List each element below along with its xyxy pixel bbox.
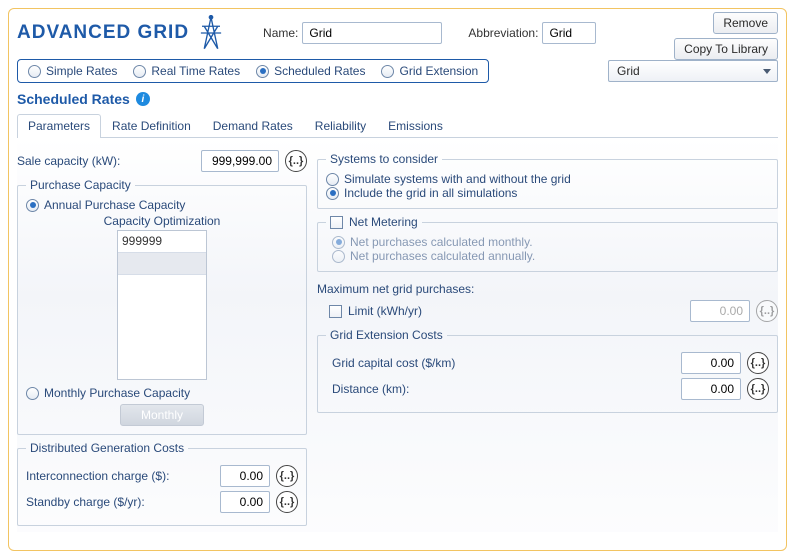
distributed-generation-legend: Distributed Generation Costs xyxy=(26,441,188,455)
grid-extension-costs-fieldset: Grid Extension Costs Grid capital cost (… xyxy=(317,328,778,413)
mode-grid-extension[interactable]: Grid Extension xyxy=(381,64,478,78)
capacity-cell-1[interactable] xyxy=(118,253,206,275)
net-metering-checkbox[interactable] xyxy=(330,216,343,229)
systems-legend: Systems to consider xyxy=(326,152,442,166)
limit-label: Limit (kWh/yr) xyxy=(348,304,684,318)
tab-rate-definition[interactable]: Rate Definition xyxy=(101,114,202,138)
info-icon[interactable]: i xyxy=(136,92,150,106)
net-metering-fieldset: Net Metering Net purchases calculated mo… xyxy=(317,215,778,272)
max-net-purchases-label: Maximum net grid purchases: xyxy=(317,282,778,296)
net-monthly-radio: Net purchases calculated monthly. xyxy=(332,235,769,249)
net-metering-label: Net Metering xyxy=(349,215,418,229)
rate-mode-group: Simple Rates Real Time Rates Scheduled R… xyxy=(17,59,489,83)
abbrev-input[interactable] xyxy=(542,22,596,44)
capital-cost-label: Grid capital cost ($/km) xyxy=(326,356,675,370)
remove-button[interactable]: Remove xyxy=(713,12,778,34)
sale-capacity-sensitivity-button[interactable]: {..} xyxy=(285,150,307,172)
net-annually-radio: Net purchases calculated annually. xyxy=(332,249,769,263)
monthly-purchase-radio[interactable]: Monthly Purchase Capacity xyxy=(26,386,298,400)
copy-to-library-button[interactable]: Copy To Library xyxy=(674,38,778,60)
capacity-cell-0[interactable]: 999999 xyxy=(118,231,206,253)
limit-input xyxy=(690,300,750,322)
sale-capacity-label: Sale capacity (kW): xyxy=(17,154,195,168)
distributed-generation-fieldset: Distributed Generation Costs Interconnec… xyxy=(17,441,307,526)
sale-capacity-input[interactable] xyxy=(201,150,279,172)
mode-real-time-rates[interactable]: Real Time Rates xyxy=(133,64,240,78)
tab-emissions[interactable]: Emissions xyxy=(377,114,454,138)
capacity-optimization-grid[interactable]: 999999 xyxy=(117,230,207,380)
interconnection-label: Interconnection charge ($): xyxy=(26,469,214,483)
grid-selector-combo[interactable]: Grid xyxy=(608,60,778,82)
panel-title: ADVANCED GRID xyxy=(17,22,189,44)
tab-bar: Parameters Rate Definition Demand Rates … xyxy=(17,113,778,138)
distance-sensitivity-button[interactable]: {..} xyxy=(747,378,769,400)
standby-sensitivity-button[interactable]: {..} xyxy=(276,491,298,513)
limit-sensitivity-button: {..} xyxy=(756,300,778,322)
section-title: Scheduled Rates xyxy=(17,91,130,107)
tab-parameters[interactable]: Parameters xyxy=(17,114,101,138)
grid-extension-legend: Grid Extension Costs xyxy=(326,328,447,342)
annual-purchase-radio[interactable]: Annual Purchase Capacity xyxy=(26,198,298,212)
name-input[interactable] xyxy=(302,22,442,44)
tab-reliability[interactable]: Reliability xyxy=(304,114,377,138)
capital-cost-sensitivity-button[interactable]: {..} xyxy=(747,352,769,374)
name-label: Name: xyxy=(263,26,298,40)
tab-demand-rates[interactable]: Demand Rates xyxy=(202,114,304,138)
standby-label: Standby charge ($/yr): xyxy=(26,495,214,509)
systems-to-consider-fieldset: Systems to consider Simulate systems wit… xyxy=(317,152,778,209)
interconnection-input[interactable] xyxy=(220,465,270,487)
transmission-tower-icon xyxy=(197,15,225,51)
distance-label: Distance (km): xyxy=(326,382,675,396)
interconnection-sensitivity-button[interactable]: {..} xyxy=(276,465,298,487)
mode-simple-rates[interactable]: Simple Rates xyxy=(28,64,117,78)
systems-include-all-radio[interactable]: Include the grid in all simulations xyxy=(326,186,769,200)
distance-input[interactable] xyxy=(681,378,741,400)
mode-scheduled-rates[interactable]: Scheduled Rates xyxy=(256,64,365,78)
abbrev-label: Abbreviation: xyxy=(468,26,538,40)
systems-with-without-radio[interactable]: Simulate systems with and without the gr… xyxy=(326,172,769,186)
capacity-optimization-header: Capacity Optimization xyxy=(26,214,298,228)
standby-input[interactable] xyxy=(220,491,270,513)
capital-cost-input[interactable] xyxy=(681,352,741,374)
purchase-capacity-fieldset: Purchase Capacity Annual Purchase Capaci… xyxy=(17,178,307,435)
purchase-capacity-legend: Purchase Capacity xyxy=(26,178,135,192)
limit-checkbox[interactable] xyxy=(329,305,342,318)
advanced-grid-panel: ADVANCED GRID Name: Abbreviation: Remove… xyxy=(8,8,787,551)
monthly-button: Monthly xyxy=(120,404,204,426)
